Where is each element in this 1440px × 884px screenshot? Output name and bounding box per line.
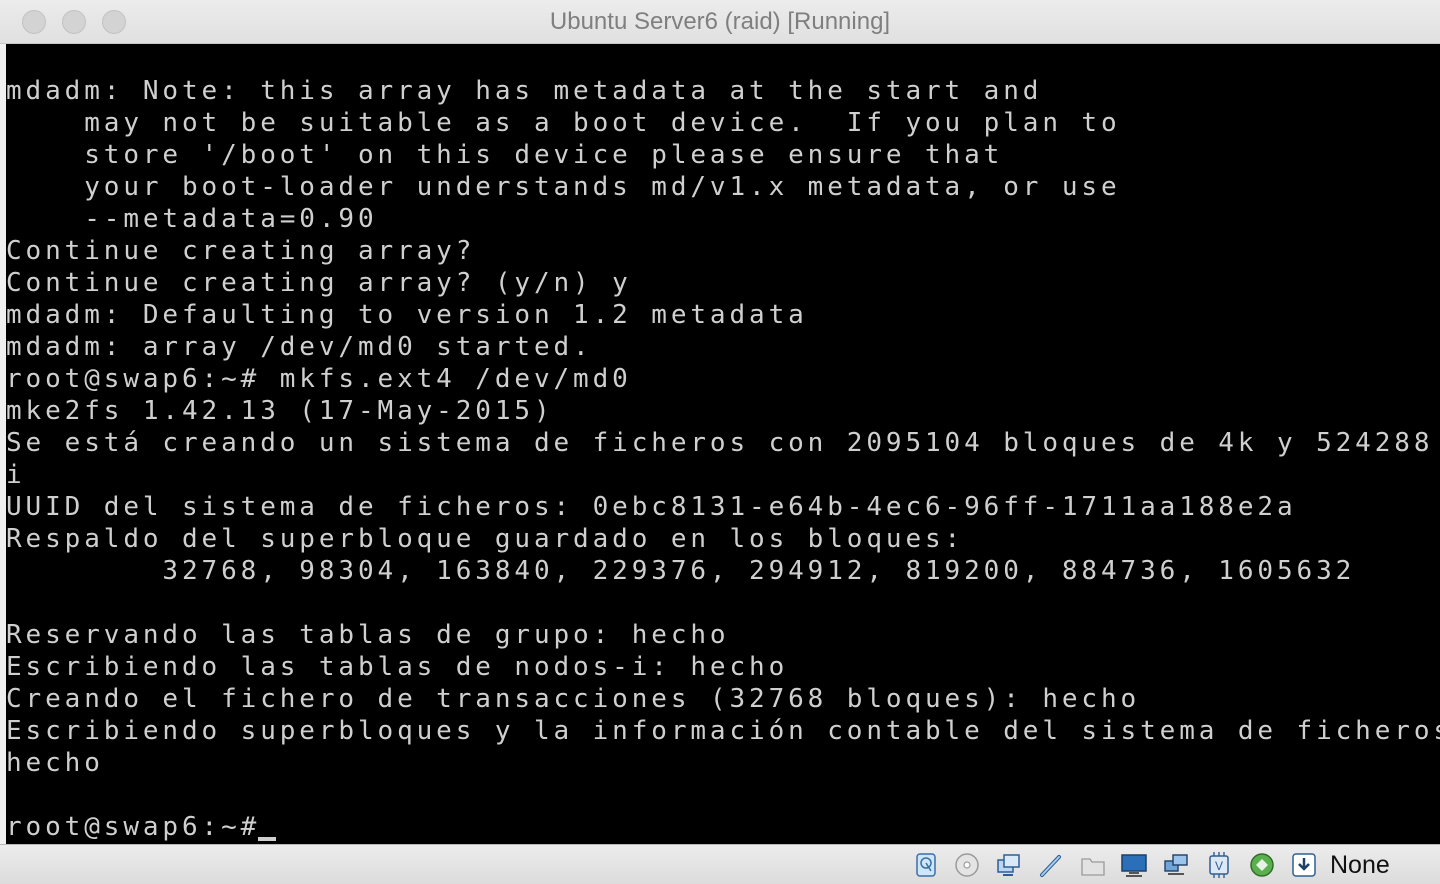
console-line: mke2fs 1.42.13 (17-May-2015) bbox=[6, 396, 554, 426]
network-icon[interactable] bbox=[1037, 851, 1065, 879]
console-line: store '/boot' on this device please ensu… bbox=[6, 140, 1004, 170]
console-line: Continue creating array? bbox=[6, 236, 476, 266]
mouse-integration-icon[interactable] bbox=[1290, 851, 1318, 879]
optical-drive-icon[interactable] bbox=[953, 851, 981, 879]
console-line: Se está creando un sistema de ficheros c… bbox=[6, 428, 1440, 458]
console-line: hecho bbox=[6, 748, 104, 778]
video-capture-icon[interactable] bbox=[1162, 851, 1190, 879]
console-line: Respaldo del superbloque guardado en los… bbox=[6, 524, 965, 554]
console-line: i bbox=[6, 460, 26, 490]
console-line: --metadata=0.90 bbox=[6, 204, 378, 234]
vm-statusbar: V None bbox=[0, 844, 1440, 884]
window-title: Ubuntu Server6 (raid) [Running] bbox=[549, 8, 891, 35]
text-cursor bbox=[258, 837, 276, 841]
hard-disk-icon[interactable] bbox=[912, 851, 940, 879]
window-titlebar[interactable]: Ubuntu Server6 (raid) [Running] bbox=[0, 0, 1440, 44]
cpu-icon[interactable] bbox=[1248, 851, 1276, 879]
console-line: your boot-loader understands md/v1.x met… bbox=[6, 172, 1121, 202]
console-line: Escribiendo superbloques y la informació… bbox=[6, 716, 1440, 746]
display-icon[interactable] bbox=[1120, 851, 1148, 879]
console-line: mdadm: Defaulting to version 1.2 metadat… bbox=[6, 300, 808, 330]
console-line: Escribiendo las tablas de nodos-i: hecho bbox=[6, 652, 789, 682]
vm-console-screen[interactable]: mdadm: Note: this array has metadata at … bbox=[6, 44, 1440, 844]
console-line: may not be suitable as a boot device. If… bbox=[6, 108, 1121, 138]
console-line: UUID del sistema de ficheros: 0ebc8131-e… bbox=[6, 492, 1297, 522]
audio-icon[interactable] bbox=[995, 851, 1023, 879]
console-line: Continue creating array? (y/n) y bbox=[6, 268, 632, 298]
console-line: 32768, 98304, 163840, 229376, 294912, 81… bbox=[6, 556, 1356, 586]
usb-icon[interactable]: V bbox=[1205, 851, 1233, 879]
svg-text:V: V bbox=[1215, 859, 1223, 873]
console-line: root@swap6:~# mkfs.ext4 /dev/md0 bbox=[6, 364, 632, 394]
console-line: mdadm: array /dev/md0 started. bbox=[6, 332, 593, 362]
console-line: mdadm: Note: this array has metadata at … bbox=[6, 76, 1043, 106]
console-prompt: root@swap6:~# bbox=[6, 812, 280, 842]
console-line: Creando el fichero de transacciones (327… bbox=[6, 684, 1141, 714]
shared-folder-icon[interactable] bbox=[1079, 851, 1107, 879]
host-key-label: None bbox=[1330, 851, 1390, 879]
console-line: Reservando las tablas de grupo: hecho bbox=[6, 620, 730, 650]
